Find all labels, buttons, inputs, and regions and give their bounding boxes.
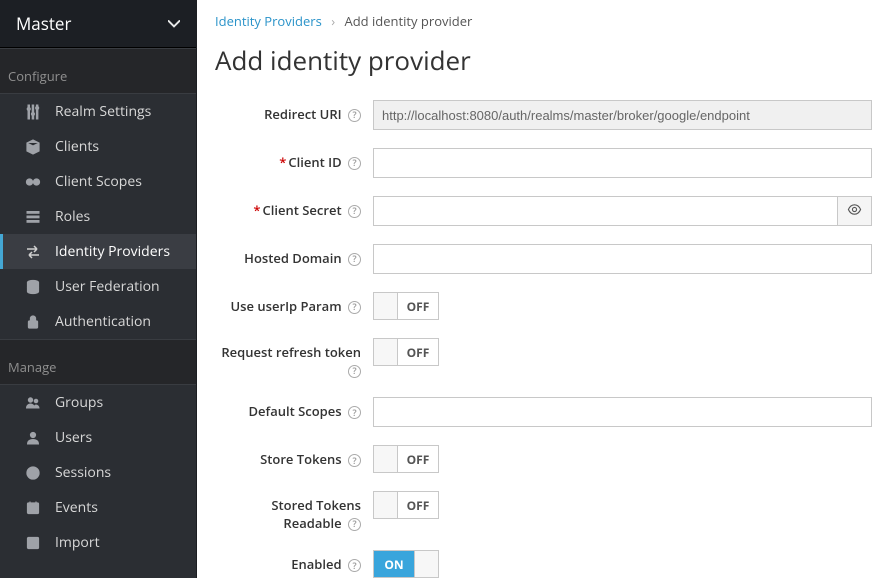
- sidebar-item-label: Import: [55, 533, 100, 552]
- help-icon[interactable]: ?: [348, 157, 361, 170]
- sidebar-item-user-federation[interactable]: User Federation: [0, 269, 196, 304]
- help-icon[interactable]: ?: [348, 406, 361, 419]
- sidebar-item-label: Client Scopes: [55, 172, 142, 191]
- sidebar: Master Configure Realm Settings Clients …: [0, 0, 197, 578]
- toggle-knob: [374, 446, 398, 472]
- sidebar-item-label: Realm Settings: [55, 102, 151, 121]
- sidebar-item-label: Users: [55, 428, 92, 447]
- sidebar-item-label: Clients: [55, 137, 99, 156]
- sidebar-item-realm-settings[interactable]: Realm Settings: [0, 94, 196, 129]
- help-icon[interactable]: ?: [348, 518, 361, 531]
- reveal-secret-button[interactable]: [838, 196, 872, 226]
- hosted-domain-input[interactable]: [373, 244, 872, 274]
- sidebar-item-label: Identity Providers: [55, 242, 170, 261]
- sidebar-item-label: Groups: [55, 393, 103, 412]
- client-secret-label: *Client Secret ?: [215, 196, 373, 220]
- sidebar-item-label: Events: [55, 498, 98, 517]
- sliders-icon: [25, 104, 41, 120]
- client-id-input[interactable]: [373, 148, 872, 178]
- enabled-toggle[interactable]: ON: [373, 550, 439, 578]
- sidebar-item-label: User Federation: [55, 277, 160, 296]
- realm-selector[interactable]: Master: [0, 0, 196, 48]
- breadcrumb-current: Add identity provider: [344, 12, 472, 30]
- sidebar-item-users[interactable]: Users: [0, 420, 196, 455]
- toggle-state: ON: [374, 551, 414, 577]
- hosted-domain-label: Hosted Domain ?: [215, 244, 373, 268]
- default-scopes-input[interactable]: [373, 397, 872, 427]
- breadcrumb-separator: ›: [331, 12, 335, 30]
- client-id-label: *Client ID ?: [215, 148, 373, 172]
- sidebar-item-authentication[interactable]: Authentication: [0, 304, 196, 339]
- sidebar-item-client-scopes[interactable]: Client Scopes: [0, 164, 196, 199]
- enabled-label: Enabled ?: [215, 550, 373, 574]
- stored-tokens-readable-label: Stored Tokens Readable ?: [215, 491, 373, 532]
- use-userip-label: Use userIp Param ?: [215, 292, 373, 316]
- redirect-uri-label: Redirect URI ?: [215, 100, 373, 124]
- redirect-uri-input[interactable]: [373, 100, 872, 130]
- lock-icon: [25, 314, 41, 330]
- group-icon: [25, 395, 41, 411]
- use-userip-toggle[interactable]: OFF: [373, 292, 439, 320]
- sidebar-item-label: Roles: [55, 207, 90, 226]
- eye-icon: [847, 202, 862, 221]
- help-icon[interactable]: ?: [348, 205, 361, 218]
- database-icon: [25, 279, 41, 295]
- help-icon[interactable]: ?: [348, 253, 361, 266]
- clock-icon: [25, 465, 41, 481]
- request-refresh-toggle[interactable]: OFF: [373, 338, 439, 366]
- realm-name: Master: [16, 12, 71, 35]
- sidebar-item-sessions[interactable]: Sessions: [0, 455, 196, 490]
- exchange-icon: [25, 244, 41, 260]
- client-secret-input[interactable]: [373, 196, 838, 226]
- help-icon[interactable]: ?: [348, 109, 361, 122]
- sidebar-item-groups[interactable]: Groups: [0, 385, 196, 420]
- toggle-state: OFF: [398, 492, 438, 518]
- toggle-knob: [374, 293, 398, 319]
- toggle-state: OFF: [398, 446, 438, 472]
- sidebar-item-events[interactable]: Events: [0, 490, 196, 525]
- section-manage-title: Manage: [0, 339, 196, 385]
- page-title: Add identity provider: [215, 42, 872, 78]
- default-scopes-label: Default Scopes ?: [215, 397, 373, 421]
- breadcrumb-parent-link[interactable]: Identity Providers: [215, 12, 322, 30]
- toggle-state: OFF: [398, 293, 438, 319]
- scopes-icon: [25, 174, 41, 190]
- chevron-down-icon: [168, 15, 180, 32]
- toggle-knob: [374, 339, 398, 365]
- stored-tokens-readable-toggle[interactable]: OFF: [373, 491, 439, 519]
- help-icon[interactable]: ?: [348, 365, 361, 378]
- calendar-icon: [25, 500, 41, 516]
- sidebar-item-label: Authentication: [55, 312, 151, 331]
- store-tokens-label: Store Tokens ?: [215, 445, 373, 469]
- sidebar-item-roles[interactable]: Roles: [0, 199, 196, 234]
- sidebar-item-import[interactable]: Import: [0, 525, 196, 560]
- section-configure-title: Configure: [0, 48, 196, 94]
- main-content: Identity Providers › Add identity provid…: [197, 0, 890, 578]
- help-icon[interactable]: ?: [348, 454, 361, 467]
- toggle-state: OFF: [398, 339, 438, 365]
- import-icon: [25, 535, 41, 551]
- sidebar-item-label: Sessions: [55, 463, 111, 482]
- sidebar-item-identity-providers[interactable]: Identity Providers: [0, 234, 196, 269]
- list-icon: [25, 209, 41, 225]
- user-icon: [25, 430, 41, 446]
- help-icon[interactable]: ?: [348, 301, 361, 314]
- breadcrumb: Identity Providers › Add identity provid…: [215, 10, 872, 42]
- request-refresh-label: Request refresh token ?: [215, 338, 373, 379]
- store-tokens-toggle[interactable]: OFF: [373, 445, 439, 473]
- cube-icon: [25, 139, 41, 155]
- toggle-knob: [414, 551, 438, 577]
- toggle-knob: [374, 492, 398, 518]
- sidebar-item-clients[interactable]: Clients: [0, 129, 196, 164]
- help-icon[interactable]: ?: [348, 559, 361, 572]
